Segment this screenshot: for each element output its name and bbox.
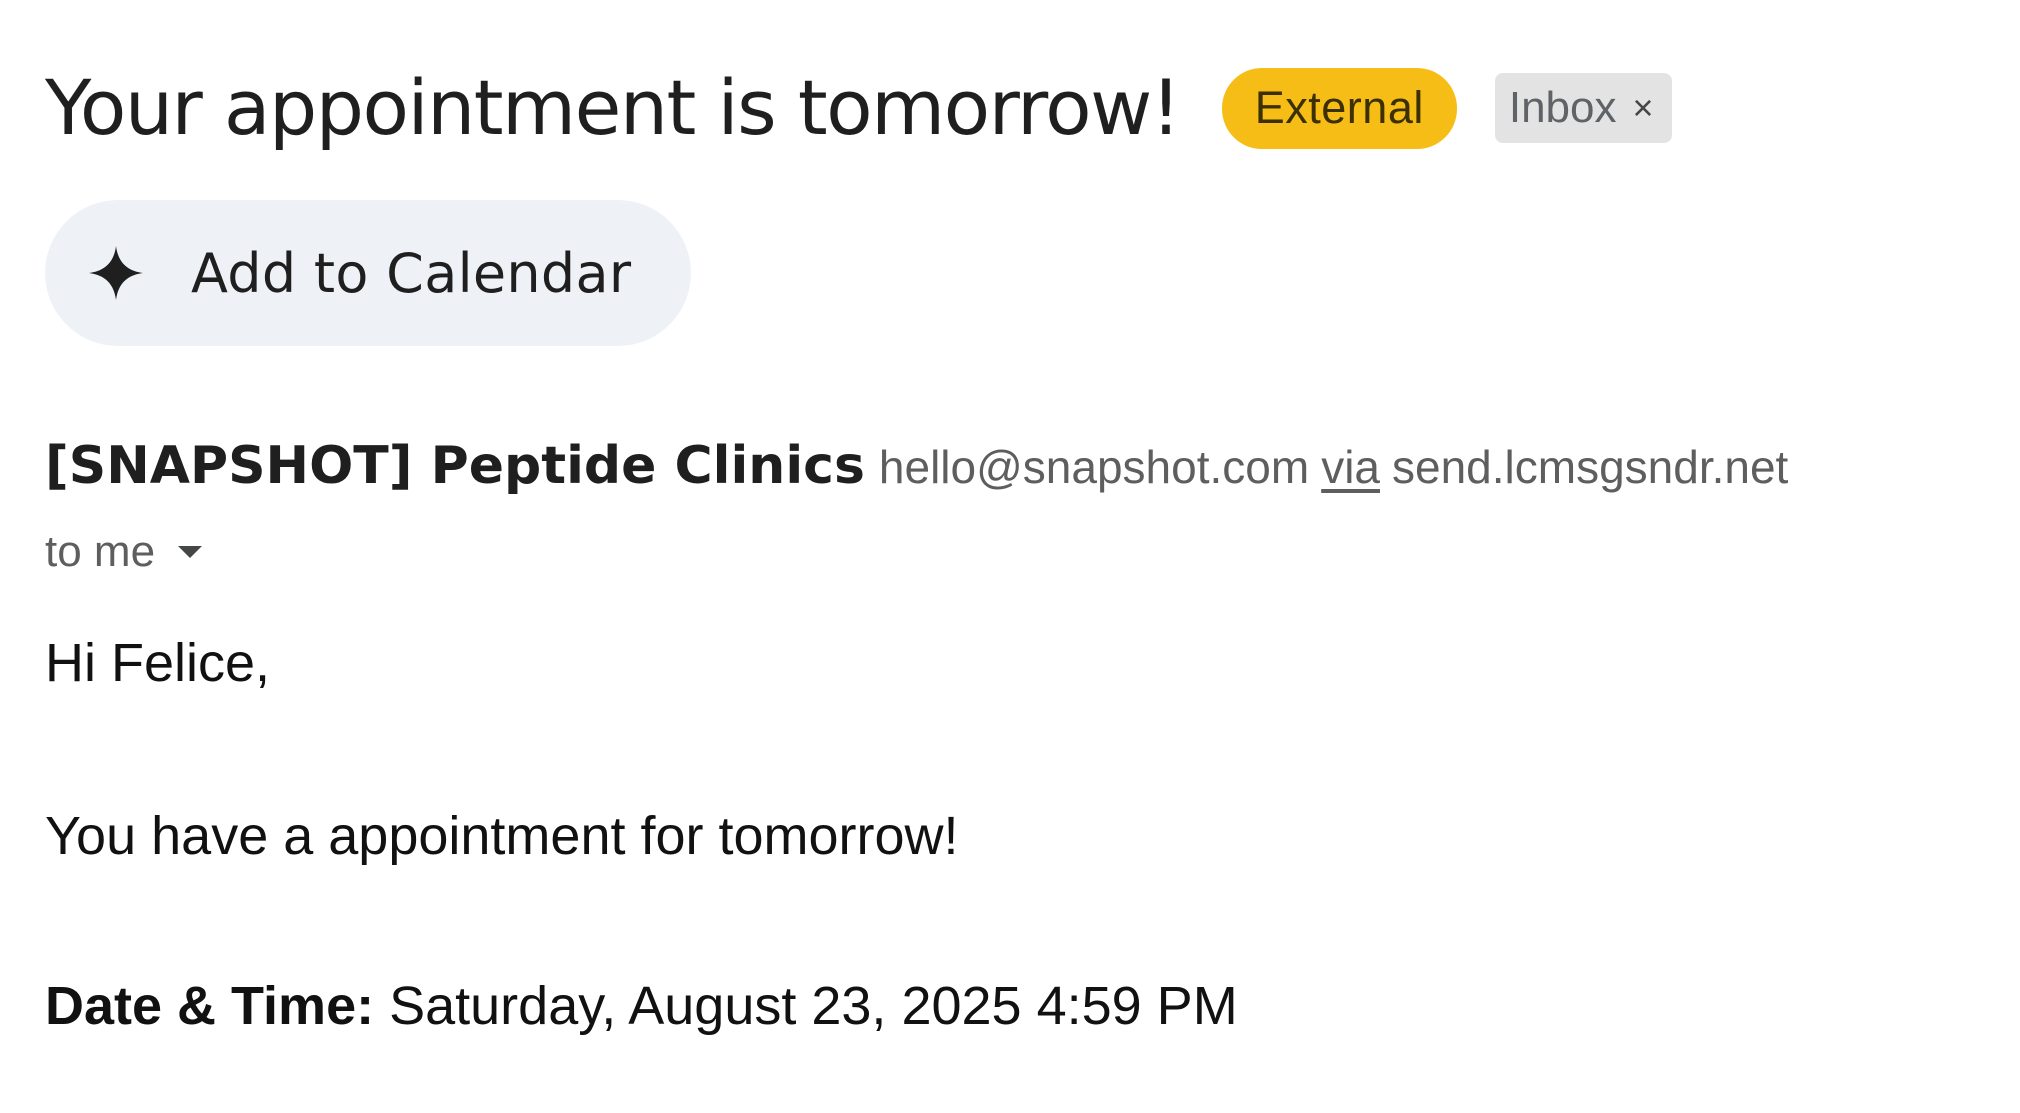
external-label-badge: External xyxy=(1221,67,1457,149)
add-to-calendar-button[interactable]: Add to Calendar xyxy=(45,200,691,346)
datetime-value: Saturday, August 23, 2025 4:59 PM xyxy=(374,976,1238,1036)
subject-row: Your appointment is tomorrow! External I… xyxy=(45,58,1672,158)
inbox-label-chip[interactable]: Inbox × xyxy=(1494,73,1672,143)
recipient-label: to me xyxy=(45,527,156,576)
email-subject: Your appointment is tomorrow! xyxy=(45,63,1181,152)
via-link[interactable]: via xyxy=(1321,440,1380,494)
body-datetime: Date & Time: Saturday, August 23, 2025 4… xyxy=(45,975,1238,1037)
sender-name[interactable]: [SNAPSHOT] Peptide Clinics xyxy=(45,436,865,496)
body-message: You have a appointment for tomorrow! xyxy=(45,806,959,866)
remove-label-close-icon[interactable]: × xyxy=(1633,87,1654,129)
inbox-label-text: Inbox xyxy=(1508,83,1617,132)
sender-row: [SNAPSHOT] Peptide Clinics hello@snapsho… xyxy=(45,436,1788,506)
sender-email[interactable]: hello@snapshot.com xyxy=(879,440,1309,494)
sparkle-icon xyxy=(87,244,145,302)
add-to-calendar-label: Add to Calendar xyxy=(191,241,632,305)
datetime-label: Date & Time: xyxy=(45,976,375,1036)
caret-down-icon[interactable] xyxy=(177,544,203,560)
via-domain: send.lcmsgsndr.net xyxy=(1392,441,1789,493)
body-greeting: Hi Felice, xyxy=(45,633,271,693)
recipient-details-toggle[interactable]: to me xyxy=(45,522,203,582)
